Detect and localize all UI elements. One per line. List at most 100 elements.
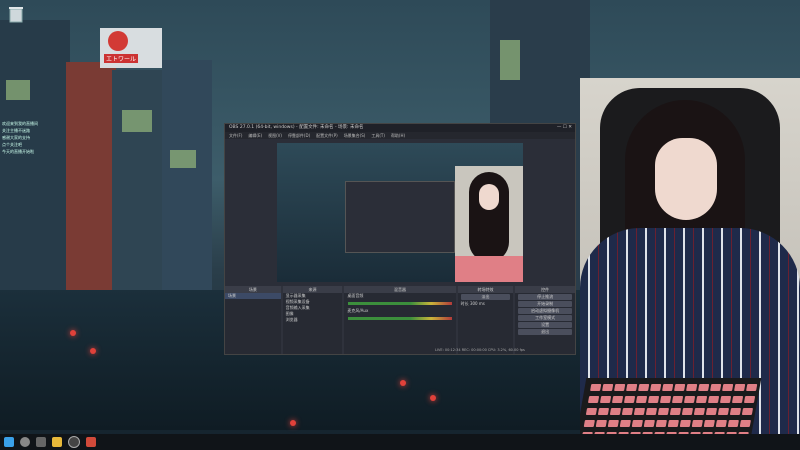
browser-icon[interactable] xyxy=(86,437,96,447)
nested-obs-preview xyxy=(345,181,455,253)
settings-button[interactable]: 设置 xyxy=(518,322,572,328)
webcam-overlay xyxy=(580,78,800,450)
keyboard-key xyxy=(633,408,646,415)
window-controls[interactable]: — ☐ ✕ xyxy=(557,124,575,132)
building xyxy=(66,62,116,290)
scenes-header: 场景 xyxy=(225,286,281,293)
transition-select[interactable]: 淡出 xyxy=(460,294,511,300)
keyboard-key xyxy=(607,420,619,427)
start-recording-button[interactable]: 开始录制 xyxy=(518,301,572,307)
studio-mode-button[interactable]: 工作室模式 xyxy=(518,315,572,321)
keyboard-key xyxy=(693,408,706,415)
shop-sign: エトワール xyxy=(100,28,162,68)
menu-view[interactable]: 视图(V) xyxy=(268,132,282,139)
keyboard-key xyxy=(602,384,614,391)
keyboard-key xyxy=(719,396,732,403)
keyboard-key xyxy=(679,420,691,427)
keyboard-key xyxy=(691,420,703,427)
menu-profile[interactable]: 配置文件(P) xyxy=(316,132,338,139)
mixer-channel-label: 麦克风/Aux xyxy=(347,308,369,313)
building xyxy=(162,60,212,290)
chat-line: 今天的直播开始啦 xyxy=(2,149,34,154)
keyboard-key xyxy=(645,408,658,415)
keyboard-key xyxy=(746,384,758,391)
keyboard-key xyxy=(717,408,730,415)
menu-file[interactable]: 文件(F) xyxy=(229,132,242,139)
keyboard-key xyxy=(743,396,756,403)
keyboard-key xyxy=(609,408,622,415)
menu-tools[interactable]: 工具(T) xyxy=(371,132,385,139)
recycle-bin-icon[interactable] xyxy=(6,4,26,24)
menu-edit[interactable]: 编辑(E) xyxy=(248,132,262,139)
obs-window[interactable]: OBS 27.0.1 (64-bit, windows) - 配置文件: 未命名… xyxy=(224,123,576,355)
keyboard-key xyxy=(698,384,710,391)
keyboard-key xyxy=(671,396,684,403)
keyboard-key xyxy=(611,396,624,403)
scene-item[interactable]: 场景 xyxy=(225,293,281,299)
keyboard-key xyxy=(635,396,648,403)
obs-icon[interactable] xyxy=(68,436,80,448)
mixer-dock: 混音器 桌面音频 麦克风/Aux xyxy=(344,286,456,354)
keyboard-key xyxy=(681,408,694,415)
keyboard-key xyxy=(674,384,686,391)
obs-title: OBS 27.0.1 (64-bit, windows) - 配置文件: 未命名… xyxy=(229,125,364,130)
keyboard-key xyxy=(647,396,660,403)
keyboard-key xyxy=(599,396,612,403)
volume-meter[interactable] xyxy=(348,317,452,320)
keyboard-key xyxy=(657,408,670,415)
menu-scene-collection[interactable]: 场景集合(S) xyxy=(344,132,366,139)
keyboard-key xyxy=(739,420,751,427)
taskview-icon[interactable] xyxy=(36,437,46,447)
obs-preview[interactable] xyxy=(277,143,523,282)
keyboard-key xyxy=(659,396,672,403)
lantern xyxy=(70,330,76,336)
keyboard-key xyxy=(614,384,626,391)
menu-docks[interactable]: 停靠部件(D) xyxy=(288,132,310,139)
keyboard-key xyxy=(631,420,643,427)
chat-overlay: 欢迎来到我的直播间 关注主播不迷路 感谢大家的支持 点个关注吧 今天的直播开始啦 xyxy=(2,120,92,155)
exit-button[interactable]: 退出 xyxy=(518,329,572,335)
keyboard-key xyxy=(621,408,634,415)
keyboard-key xyxy=(590,384,602,391)
lantern xyxy=(90,348,96,354)
keyboard-key xyxy=(707,396,720,403)
virtual-camera-button[interactable]: 启动虚拟摄像机 xyxy=(518,308,572,314)
lantern xyxy=(400,380,406,386)
keyboard-key xyxy=(595,420,607,427)
keyboard-key xyxy=(583,420,595,427)
stop-streaming-button[interactable]: 停止推流 xyxy=(518,294,572,300)
duration-value[interactable]: 300 ms xyxy=(470,301,485,306)
shop-sign-text: エトワール xyxy=(104,54,139,63)
lantern xyxy=(430,395,436,401)
sources-header: 来源 xyxy=(282,286,343,293)
keyboard-key xyxy=(585,408,598,415)
keyboard-key xyxy=(741,408,754,415)
mixer-channel-label: 桌面音频 xyxy=(347,293,364,298)
keyboard-key xyxy=(705,408,718,415)
chat-line: 关注主播不迷路 xyxy=(2,128,30,133)
keyboard-key xyxy=(655,420,667,427)
explorer-icon[interactable] xyxy=(52,437,62,447)
keyboard-key xyxy=(710,384,722,391)
obs-docks: 场景 场景 来源 显示器采集 视频采集设备 音频输入采集 图像 浏览器 混音器 … xyxy=(225,286,575,354)
keyboard-key xyxy=(638,384,650,391)
keyboard-key xyxy=(686,384,698,391)
obs-menubar: 文件(F) 编辑(E) 视图(V) 停靠部件(D) 配置文件(P) 场景集合(S… xyxy=(225,132,575,139)
keyboard-key xyxy=(715,420,727,427)
keyboard-key xyxy=(722,384,734,391)
keyboard-key xyxy=(597,408,610,415)
obs-titlebar[interactable]: OBS 27.0.1 (64-bit, windows) - 配置文件: 未命名… xyxy=(225,124,575,132)
taskbar xyxy=(0,434,800,450)
windows-start-icon[interactable] xyxy=(4,437,14,447)
keyboard-key xyxy=(623,396,636,403)
keyboard-key xyxy=(626,384,638,391)
keyboard-key xyxy=(662,384,674,391)
search-icon[interactable] xyxy=(20,437,30,447)
source-item[interactable]: 浏览器 xyxy=(283,317,343,323)
controls-header: 控件 xyxy=(515,286,575,293)
keyboard-key xyxy=(727,420,739,427)
volume-meter[interactable] xyxy=(348,302,452,305)
menu-help[interactable]: 帮助(H) xyxy=(391,132,405,139)
sources-dock: 来源 显示器采集 视频采集设备 音频输入采集 图像 浏览器 xyxy=(282,286,343,354)
preview-webcam xyxy=(455,166,523,282)
